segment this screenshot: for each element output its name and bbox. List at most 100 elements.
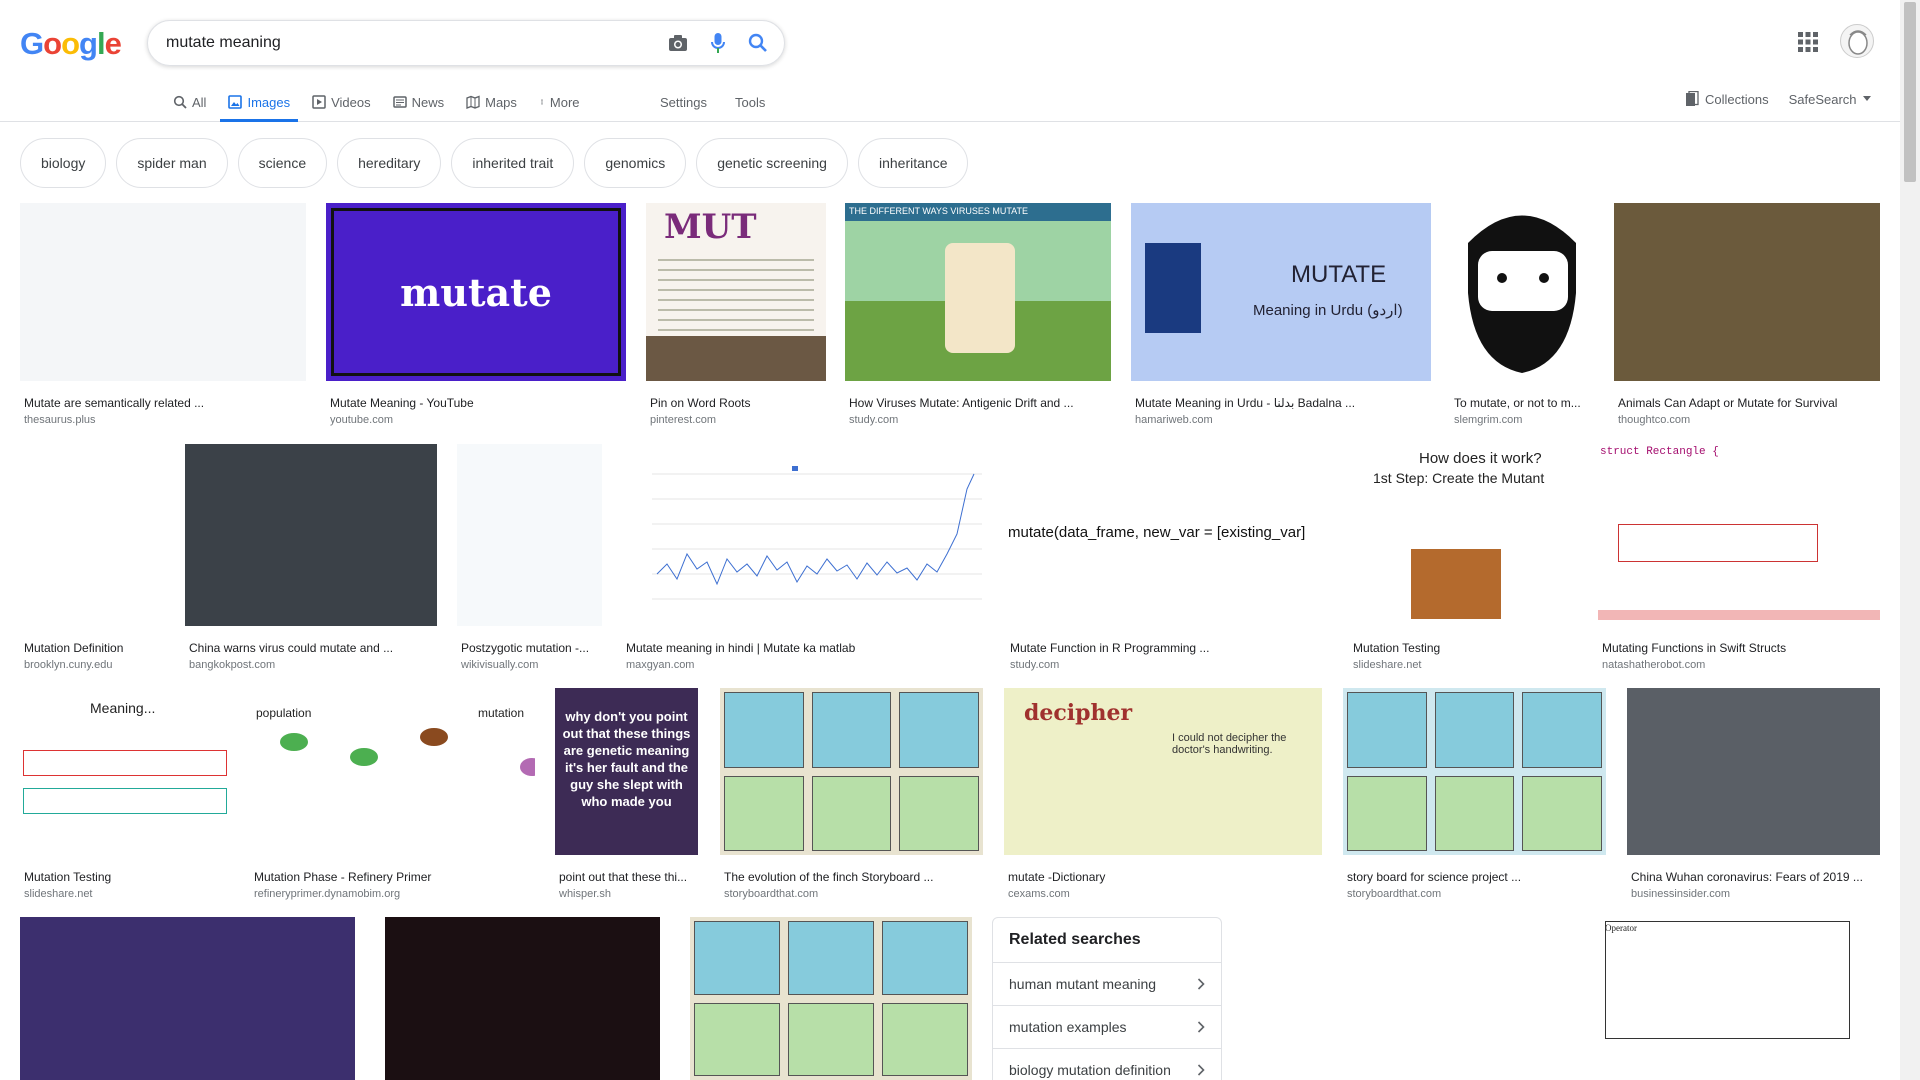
result-source[interactable]: cexams.com [1008,888,1070,900]
image-result[interactable]: Mutation Definition brooklyn.cuny.edu [20,444,165,671]
result-source[interactable]: youtube.com [330,414,393,426]
apps-grid-icon[interactable] [1797,31,1819,53]
result-thumbnail[interactable] [20,917,355,1080]
chip[interactable]: biology [20,138,107,188]
image-result[interactable] [385,917,660,1080]
image-result[interactable]: Postzygotic mutation -... wikivisually.co… [457,444,602,671]
tab-maps[interactable]: Maps [458,82,525,122]
result-source[interactable]: storyboardthat.com [724,888,818,900]
result-source[interactable]: slideshare.net [24,888,93,900]
result-thumbnail[interactable]: MUTATE Meaning in Urdu (اردو) [1131,203,1431,381]
result-thumbnail[interactable] [1450,203,1595,381]
image-result[interactable]: China warns virus could mutate and ... ba… [185,444,437,671]
result-title[interactable]: How Viruses Mutate: Antigenic Drift and … [849,396,1111,410]
result-thumbnail[interactable]: Operator [1575,917,1880,1080]
chip[interactable]: spider man [116,138,228,188]
result-source[interactable]: hamariweb.com [1135,414,1213,426]
result-title[interactable]: Mutate Meaning in Urdu - بدلنا Badalna .… [1135,396,1431,410]
tab-news[interactable]: News [385,82,453,122]
image-result[interactable]: MUTATE Meaning in Urdu (اردو) Mutate Meani… [1131,203,1431,426]
search-icon[interactable] [738,23,778,63]
result-title[interactable]: Pin on Word Roots [650,396,826,410]
image-result[interactable]: To mutate, or not to m... slemgrim.com [1450,203,1595,426]
result-thumbnail[interactable]: why don't you point out that these thing… [555,688,698,855]
result-thumbnail[interactable] [720,688,983,855]
result-title[interactable]: Mutation Definition [24,641,165,655]
related-search-item[interactable]: mutation examples [993,1005,1221,1048]
safesearch-dropdown[interactable]: SafeSearch [1789,92,1871,107]
result-title[interactable]: Mutation Phase - Refinery Primer [254,870,535,884]
result-thumbnail[interactable] [1627,688,1880,855]
image-result[interactable]: struct Rectangle { Mutating Functions in … [1598,444,1880,671]
chip[interactable]: genetic screening [696,138,848,188]
image-result[interactable]: Mutate meaning in hindi | Mutate ka matl… [622,444,986,671]
result-thumbnail[interactable]: How does it work? 1st Step: Create the Mu… [1349,444,1579,626]
result-thumbnail[interactable]: struct Rectangle { [1598,444,1880,626]
chip[interactable]: science [237,138,328,188]
chip[interactable]: genomics [584,138,687,188]
result-thumbnail[interactable] [20,444,165,626]
chip[interactable]: inheritance [857,138,969,188]
result-thumbnail[interactable]: Meaning... [20,688,230,855]
result-title[interactable]: To mutate, or not to m... [1454,396,1595,410]
result-title[interactable]: point out that these thi... [559,870,698,884]
scrollbar[interactable] [1900,0,1920,1080]
tab-all[interactable]: All [165,82,214,122]
image-result[interactable]: How does it work? 1st Step: Create the Mu… [1349,444,1579,671]
image-result[interactable]: Operator [1575,917,1880,1080]
result-source[interactable]: thoughtco.com [1618,414,1690,426]
image-result[interactable]: Animals Can Adapt or Mutate for Survival… [1614,203,1880,426]
result-title[interactable]: Mutation Testing [24,870,230,884]
microphone-icon[interactable] [698,23,738,63]
result-thumbnail[interactable] [690,917,972,1080]
result-thumbnail[interactable]: mutate(data_frame, new_var = [existing_v… [1006,444,1329,626]
result-thumbnail[interactable] [185,444,437,626]
tab-images[interactable]: Images [220,82,298,122]
image-result[interactable]: story board for science project ... story… [1343,688,1606,900]
result-thumbnail[interactable]: mutate [326,203,626,381]
result-source[interactable]: bangkokpost.com [189,659,275,671]
collections-link[interactable]: Collections [1685,91,1769,107]
related-search-item[interactable]: biology mutation definition [993,1048,1221,1080]
result-source[interactable]: storyboardthat.com [1347,888,1441,900]
result-title[interactable]: Mutate Function in R Programming ... [1010,641,1329,655]
image-result[interactable] [1242,917,1555,1080]
image-result[interactable] [690,917,972,1080]
image-result[interactable]: THE DIFFERENT WAYS VIRUSES MUTATE How Vir… [845,203,1111,426]
result-title[interactable]: story board for science project ... [1347,870,1606,884]
result-thumbnail[interactable]: decipher I could not decipher the doctor'… [1004,688,1322,855]
result-thumbnail[interactable] [385,917,660,1080]
result-title[interactable]: Mutate are semantically related ... [24,396,306,410]
camera-icon[interactable] [658,23,698,63]
result-thumbnail[interactable] [622,444,986,626]
result-source[interactable]: refineryprimer.dynamobim.org [254,888,400,900]
result-thumbnail[interactable]: population mutation [250,688,535,855]
result-source[interactable]: maxgyan.com [626,659,694,671]
result-source[interactable]: wikivisually.com [461,659,538,671]
image-result[interactable]: decipher I could not decipher the doctor'… [1004,688,1322,900]
result-title[interactable]: Mutating Functions in Swift Structs [1602,641,1880,655]
result-thumbnail[interactable]: THE DIFFERENT WAYS VIRUSES MUTATE [845,203,1111,381]
result-source[interactable]: natashatherobot.com [1602,659,1705,671]
result-thumbnail[interactable] [457,444,602,626]
image-result[interactable]: population mutation Mutation Phase - Refin… [250,688,535,900]
result-source[interactable]: slemgrim.com [1454,414,1522,426]
scrollbar-thumb[interactable] [1904,2,1916,182]
image-result[interactable]: The evolution of the finch Storyboard ..… [720,688,983,900]
avatar[interactable] [1840,24,1874,58]
result-source[interactable]: study.com [849,414,898,426]
result-source[interactable]: pinterest.com [650,414,716,426]
search-box[interactable]: mutate meaning [147,20,785,66]
tab-more[interactable]: More [531,82,588,122]
search-input[interactable]: mutate meaning [166,34,658,52]
result-source[interactable]: slideshare.net [1353,659,1422,671]
result-title[interactable]: mutate -Dictionary [1008,870,1322,884]
result-title[interactable]: Mutate Meaning - YouTube [330,396,626,410]
result-title[interactable]: Postzygotic mutation -... [461,641,602,655]
image-result[interactable]: MUT Pin on Word Roots pinterest.com [646,203,826,426]
result-title[interactable]: China Wuhan coronavirus: Fears of 2019 .… [1631,870,1880,884]
image-result[interactable]: Meaning... Mutation Testing slideshare.net [20,688,230,900]
result-thumbnail[interactable] [1343,688,1606,855]
result-source[interactable]: businessinsider.com [1631,888,1730,900]
tools-link[interactable]: Tools [735,95,765,110]
